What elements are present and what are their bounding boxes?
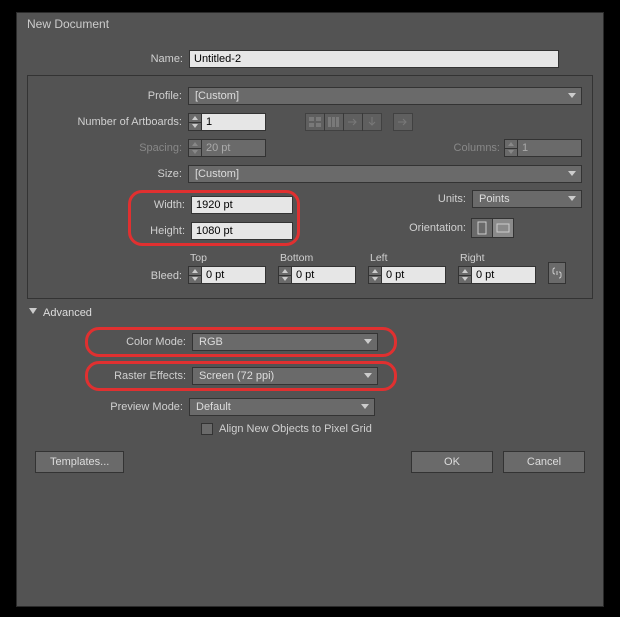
profile-select[interactable]: [Custom]: [188, 87, 582, 105]
bleed-left-label: Left: [368, 252, 446, 264]
arrange-dir-icon: [393, 113, 413, 131]
orientation-label: Orientation:: [392, 222, 472, 234]
spacing-label: Spacing:: [38, 142, 188, 154]
orientation-landscape[interactable]: [492, 218, 514, 238]
stepper-icon: [504, 139, 518, 157]
raster-value: Screen (72 ppi): [199, 370, 274, 382]
columns-stepper: [504, 139, 582, 157]
preview-value: Default: [196, 401, 231, 413]
spacing-input: [202, 139, 266, 157]
arrow-right-icon: [343, 113, 363, 131]
stepper-icon[interactable]: [278, 266, 292, 284]
width-input[interactable]: [191, 196, 293, 214]
align-checkbox-row[interactable]: Align New Objects to Pixel Grid: [201, 423, 593, 435]
color-mode-highlight: Color Mode: RGB: [85, 327, 397, 357]
name-input[interactable]: [189, 50, 559, 68]
bleed-bottom-stepper[interactable]: [278, 266, 356, 284]
name-label: Name:: [27, 53, 189, 65]
bleed-top-stepper[interactable]: [188, 266, 266, 284]
chevron-down-icon: [565, 168, 579, 180]
chevron-down-icon: [565, 193, 579, 205]
expand-triangle-icon: [29, 307, 37, 319]
dialog-window: New Document Name: Profile: [Custom] Num…: [16, 12, 604, 607]
width-label: Width:: [135, 199, 191, 211]
orientation-portrait[interactable]: [471, 218, 493, 238]
color-mode-select[interactable]: RGB: [192, 333, 378, 351]
bleed-right-stepper[interactable]: [458, 266, 536, 284]
bleed-left-stepper[interactable]: [368, 266, 446, 284]
link-icon[interactable]: [548, 262, 566, 284]
units-value: Points: [479, 193, 510, 205]
dialog-title: New Document: [17, 13, 603, 37]
height-input[interactable]: [191, 222, 293, 240]
color-mode-value: RGB: [199, 336, 223, 348]
grid-row-icon: [305, 113, 325, 131]
bleed-label: Bleed:: [38, 270, 188, 284]
advanced-header[interactable]: Advanced: [29, 307, 593, 319]
raster-label: Raster Effects:: [92, 370, 192, 382]
bleed-right-col: Right: [458, 252, 536, 284]
ok-button[interactable]: OK: [411, 451, 493, 473]
columns-label: Columns:: [454, 142, 504, 154]
dialog-footer: Templates... OK Cancel: [27, 451, 593, 473]
grid-col-icon: [324, 113, 344, 131]
templates-button[interactable]: Templates...: [35, 451, 124, 473]
bleed-left-col: Left: [368, 252, 446, 284]
size-select[interactable]: [Custom]: [188, 165, 582, 183]
chevron-down-icon: [358, 401, 372, 413]
bleed-left-input[interactable]: [382, 266, 446, 284]
advanced-label: Advanced: [43, 307, 92, 319]
preview-select[interactable]: Default: [189, 398, 375, 416]
bleed-bottom-label: Bottom: [278, 252, 356, 264]
bleed-top-col: Top: [188, 252, 266, 284]
stepper-icon[interactable]: [458, 266, 472, 284]
profile-label: Profile:: [38, 90, 188, 102]
stepper-icon[interactable]: [368, 266, 382, 284]
units-label: Units:: [392, 193, 472, 205]
columns-input: [518, 139, 582, 157]
checkbox-icon[interactable]: [201, 423, 213, 435]
bleed-right-input[interactable]: [472, 266, 536, 284]
raster-select[interactable]: Screen (72 ppi): [192, 367, 378, 385]
stepper-icon[interactable]: [188, 113, 202, 131]
profile-value: [Custom]: [195, 90, 239, 102]
stepper-icon: [188, 139, 202, 157]
color-mode-label: Color Mode:: [92, 336, 192, 348]
arrow-down-icon: [362, 113, 382, 131]
bleed-right-label: Right: [458, 252, 536, 264]
bleed-bottom-col: Bottom: [278, 252, 356, 284]
spacing-stepper: [188, 139, 266, 157]
align-checkbox-label: Align New Objects to Pixel Grid: [219, 423, 372, 435]
dialog-content: Name: Profile: [Custom] Number of Artboa…: [17, 37, 603, 483]
stepper-icon[interactable]: [188, 266, 202, 284]
chevron-down-icon: [565, 90, 579, 102]
units-select[interactable]: Points: [472, 190, 582, 208]
size-value: [Custom]: [195, 168, 239, 180]
chevron-down-icon: [361, 370, 375, 382]
width-height-highlight: Width: Height:: [128, 190, 300, 246]
preview-label: Preview Mode:: [27, 401, 189, 413]
raster-highlight: Raster Effects: Screen (72 ppi): [85, 361, 397, 391]
artboards-label: Number of Artboards:: [38, 116, 188, 128]
bleed-bottom-input[interactable]: [292, 266, 356, 284]
artboards-input[interactable]: [202, 113, 266, 131]
height-label: Height:: [135, 225, 191, 237]
main-panel: Profile: [Custom] Number of Artboards:: [27, 75, 593, 299]
bleed-top-input[interactable]: [202, 266, 266, 284]
chevron-down-icon: [361, 336, 375, 348]
size-label: Size:: [38, 168, 188, 180]
artboard-arrange-group: [306, 113, 382, 131]
bleed-top-label: Top: [188, 252, 266, 264]
artboards-stepper[interactable]: [188, 113, 266, 131]
cancel-button[interactable]: Cancel: [503, 451, 585, 473]
